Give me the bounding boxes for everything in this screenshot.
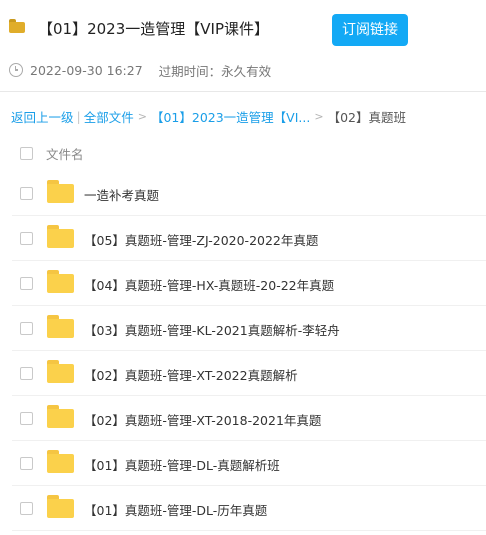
list-item[interactable]: 【02】真题班-管理-XT-2022真题解析 bbox=[0, 351, 486, 396]
folder-icon bbox=[47, 450, 74, 473]
row-checkbox[interactable] bbox=[20, 367, 33, 380]
folder-name-link[interactable]: 【02】真题班-管理-XT-2018-2021年真题 bbox=[84, 410, 321, 429]
folder-icon bbox=[47, 405, 74, 428]
folder-name-link[interactable]: 【05】真题班-管理-ZJ-2020-2022年真题 bbox=[84, 230, 318, 249]
clock-icon bbox=[9, 63, 23, 77]
all-files-link[interactable]: 全部文件 bbox=[84, 107, 134, 126]
current-folder: 【02】真题班 bbox=[327, 110, 406, 125]
folder-name-link[interactable]: 【01】真题班-管理-DL-真题解析班 bbox=[84, 455, 280, 474]
folder-name-link[interactable]: 【03】真题班-管理-KL-2021真题解析-李轻舟 bbox=[84, 320, 340, 339]
row-checkbox[interactable] bbox=[20, 187, 33, 200]
row-checkbox[interactable] bbox=[20, 232, 33, 245]
list-item[interactable]: 【01】真题班-管理-DL-真题解析班 bbox=[0, 441, 486, 486]
folder-name-link[interactable]: 【04】真题班-管理-HX-真题班-20-22年真题 bbox=[84, 275, 334, 294]
list-header: 文件名 bbox=[0, 138, 486, 168]
folder-icon bbox=[47, 315, 74, 338]
list-item[interactable]: 一造补考真题 bbox=[0, 171, 486, 216]
breadcrumb-separator: > bbox=[314, 110, 324, 123]
row-checkbox[interactable] bbox=[20, 412, 33, 425]
share-header: 【01】2023一造管理【VIP课件】 订阅链接 2022-09-30 16:2… bbox=[0, 0, 486, 90]
folder-name-link[interactable]: 【02】真题班-管理-XT-2022真题解析 bbox=[84, 365, 298, 384]
column-name-header: 文件名 bbox=[46, 147, 84, 162]
folder-name-link[interactable]: 一造补考真题 bbox=[84, 185, 159, 204]
folder-name-link[interactable]: 【01】真题班-管理-DL-历年真题 bbox=[84, 500, 267, 519]
page-title: 【01】2023一造管理【VIP课件】 bbox=[38, 20, 269, 38]
header-divider bbox=[0, 91, 486, 92]
list-item[interactable]: 【01】真题班-管理-DL-历年真题 bbox=[0, 486, 486, 531]
back-link[interactable]: 返回上一级 bbox=[11, 107, 74, 126]
parent-folder-link[interactable]: 【01】2023一造管理【VI... bbox=[151, 107, 310, 126]
folder-icon bbox=[47, 270, 74, 293]
folder-icon bbox=[47, 225, 74, 248]
select-all-checkbox[interactable] bbox=[20, 147, 33, 160]
folder-icon bbox=[47, 360, 74, 383]
expiry-label: 过期时间： bbox=[158, 63, 222, 79]
list-item[interactable]: 【03】真题班-管理-KL-2021真题解析-李轻舟 bbox=[0, 306, 486, 351]
row-checkbox[interactable] bbox=[20, 277, 33, 290]
breadcrumb-separator: > bbox=[137, 110, 147, 123]
subscribe-button[interactable]: 订阅链接 bbox=[332, 14, 408, 46]
folder-icon bbox=[9, 19, 25, 33]
row-divider bbox=[12, 530, 486, 531]
breadcrumb: 返回上一级 | 全部文件 > 【01】2023一造管理【VI... > 【02】… bbox=[11, 107, 406, 126]
share-timestamp: 2022-09-30 16:27 bbox=[30, 62, 143, 78]
expiry-value: 永久有效 bbox=[221, 63, 272, 79]
list-item[interactable]: 【05】真题班-管理-ZJ-2020-2022年真题 bbox=[0, 216, 486, 261]
breadcrumb-pipe: | bbox=[76, 109, 81, 124]
row-checkbox[interactable] bbox=[20, 502, 33, 515]
list-item[interactable]: 【02】真题班-管理-XT-2018-2021年真题 bbox=[0, 396, 486, 441]
folder-icon bbox=[47, 180, 74, 203]
share-meta: 2022-09-30 16:27 过期时间： 永久有效 bbox=[9, 61, 271, 79]
row-checkbox[interactable] bbox=[20, 457, 33, 470]
folder-icon bbox=[47, 495, 74, 518]
list-item[interactable]: 【04】真题班-管理-HX-真题班-20-22年真题 bbox=[0, 261, 486, 306]
row-checkbox[interactable] bbox=[20, 322, 33, 335]
